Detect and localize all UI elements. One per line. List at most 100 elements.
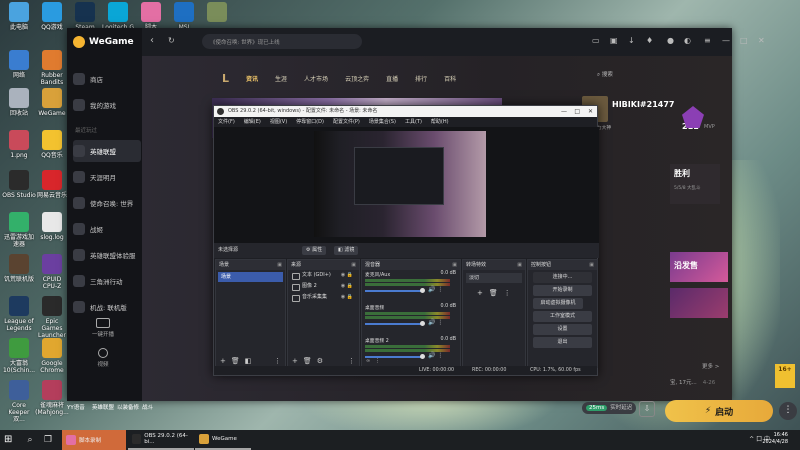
search-input[interactable]: 《使命召唤: 世界》现已上线	[202, 34, 362, 49]
obs-menu-item[interactable]: 视图(V)	[270, 117, 287, 127]
desktop-icon[interactable]: slog.log	[35, 212, 69, 252]
video-button[interactable]: 视频	[73, 348, 133, 368]
more-link[interactable]: 更多 >	[702, 362, 719, 370]
remove-scene-icon[interactable]: 🗑	[231, 357, 240, 365]
remove-transition-icon[interactable]: 🗑	[489, 289, 498, 297]
obs-menu-item[interactable]: 工具(T)	[405, 117, 422, 127]
record-button[interactable]: 开始录制	[533, 285, 592, 296]
dock-undock-icon[interactable]: ▣	[517, 260, 522, 270]
obs-menu-item[interactable]: 帮助(H)	[431, 117, 449, 127]
desktop-icon[interactable]: 网易云音乐	[35, 170, 69, 210]
desktop-icon[interactable]: 回收站	[2, 88, 36, 128]
dock-menu-icon[interactable]: ⋮	[348, 357, 355, 365]
download-manager-button[interactable]: ⇩	[639, 401, 655, 417]
lol-search[interactable]: ⌕ 搜索	[597, 70, 613, 79]
studio-mode-button[interactable]: 工作室模式	[533, 311, 592, 322]
clock[interactable]: 16:46 2024/4/28	[762, 432, 788, 446]
desktop-icon[interactable]: League of Legends	[2, 296, 36, 336]
desktop-icon[interactable]: 网络	[2, 50, 36, 90]
obs-menu-item[interactable]: 配置文件(P)	[333, 117, 360, 127]
mixer-link-icon[interactable]: ∞	[366, 358, 370, 364]
message-icon[interactable]: ▭	[592, 36, 602, 46]
obs-menu-item[interactable]: 停靠窗口(D)	[296, 117, 324, 127]
desktop-icon-label[interactable]: 战斗	[142, 403, 153, 411]
add-source-icon[interactable]: +	[292, 357, 298, 365]
source-gear-icon[interactable]: ⚙	[317, 357, 323, 365]
sidebar-game-item[interactable]: 战姬	[73, 218, 141, 240]
transition-select[interactable]: 淡切	[466, 273, 522, 283]
scene-item[interactable]: 场景	[218, 272, 283, 282]
volume-slider[interactable]	[365, 323, 423, 325]
lol-menu-item[interactable]: 云顶之弈	[345, 74, 369, 83]
maximize-icon[interactable]: □	[574, 106, 580, 117]
sidebar-game-item[interactable]: 英雄联盟体验服	[73, 244, 141, 266]
desktop-icon[interactable]: QQ游戏	[35, 2, 69, 42]
scene-filter-icon[interactable]: ◧	[245, 357, 252, 365]
more-options-button[interactable]: ⋮	[779, 402, 797, 420]
refresh-icon[interactable]: ↻	[168, 36, 175, 45]
sidebar-game-item[interactable]: 天涯明月	[73, 166, 141, 188]
search-icon[interactable]: ⌕	[24, 434, 36, 446]
lol-menu-item[interactable]: 排行	[415, 74, 427, 83]
stream-button[interactable]: 连接中...	[533, 272, 592, 283]
visibility-lock-icon[interactable]: ◉ 🔒	[341, 281, 353, 292]
close-icon[interactable]: ✕	[588, 106, 593, 117]
sidebar-game-item[interactable]: 三角洲行动	[73, 270, 141, 292]
promo-banner[interactable]: 沿发售	[670, 252, 728, 282]
desktop-icon[interactable]: 大富翁10(Schin...	[2, 338, 36, 378]
chat-icon[interactable]: ▣	[610, 36, 620, 46]
close-icon[interactable]: ✕	[758, 36, 768, 46]
taskbar-app[interactable]: OBS 29.0.2 (64-bi...	[128, 430, 194, 450]
taskbar-app[interactable]: WeGame	[195, 430, 251, 450]
theme-icon[interactable]: ◐	[684, 36, 694, 46]
filters-button[interactable]: ◧ 滤镜	[334, 246, 359, 255]
minimize-icon[interactable]: —	[722, 36, 732, 46]
add-transition-icon[interactable]: +	[477, 289, 483, 297]
start-game-button[interactable]: ⚡ 启动	[665, 400, 773, 422]
lol-menu-item[interactable]: 百科	[444, 74, 456, 83]
lol-menu-item[interactable]: 人才市场	[304, 74, 328, 83]
desktop-icon[interactable]: Google Chrome	[35, 338, 69, 378]
visibility-lock-icon[interactable]: ◉ 🔒	[341, 270, 353, 281]
desktop-icon[interactable]: Rubber Bandits	[35, 50, 69, 90]
speaker-icon[interactable]: 🔊 ⋮	[428, 286, 443, 293]
dock-undock-icon[interactable]: ▣	[589, 260, 594, 270]
settings-button[interactable]: 设置	[533, 324, 592, 335]
desktop-icon[interactable]: 饥荒联机版	[2, 254, 36, 294]
notification-icon[interactable]: ♦	[646, 36, 656, 46]
desktop-icon-label[interactable]: YY语音	[67, 403, 85, 411]
promo-banner-2[interactable]	[670, 288, 728, 318]
properties-button[interactable]: ⚙ 属性	[302, 246, 327, 255]
transition-menu-icon[interactable]: ⋮	[504, 289, 511, 297]
volume-slider-handle[interactable]	[420, 321, 425, 326]
sidebar-game-item[interactable]: 机战: 联机版	[73, 296, 141, 318]
lol-menu-item[interactable]: 直播	[386, 74, 398, 83]
virtual-camera-button[interactable]: 启动虚拟摄像机	[533, 298, 583, 309]
obs-menu-item[interactable]: 文件(F)	[218, 117, 235, 127]
volume-slider-handle[interactable]	[420, 288, 425, 293]
menu-icon[interactable]: ≡	[704, 36, 714, 46]
obs-menu-item[interactable]: 编辑(E)	[244, 117, 261, 127]
add-scene-icon[interactable]: +	[220, 357, 226, 365]
lol-menu-item[interactable]: 生涯	[275, 74, 287, 83]
taskbar-app[interactable]: 脚本录制	[62, 430, 126, 450]
lol-menu-item[interactable]: 资讯	[246, 74, 258, 83]
windows-start-icon[interactable]: ⊞	[4, 435, 14, 445]
one-click-stream[interactable]: 一键开播	[73, 318, 133, 338]
desktop-icon[interactable]: CPUID CPU-Z	[35, 254, 69, 294]
back-icon[interactable]: ‹	[150, 35, 154, 46]
obs-menu-item[interactable]: 场景集合(S)	[369, 117, 396, 127]
desktop-icon[interactable]: QQ音乐	[35, 130, 69, 170]
dock-undock-icon[interactable]: ▣	[452, 260, 457, 270]
desktop-icon[interactable]: 迅雷游戏加速器	[2, 212, 36, 252]
sidebar-item-my-games[interactable]: 我的游戏	[73, 94, 141, 116]
volume-slider[interactable]	[365, 290, 423, 292]
source-item[interactable]: 音乐采集集 ◉ 🔒	[288, 292, 359, 303]
desktop-icon-label[interactable]: 以装备修	[117, 403, 139, 411]
dock-menu-icon[interactable]: ⋮	[274, 357, 281, 365]
task-view-icon[interactable]: ❐	[42, 434, 54, 446]
desktop-icon[interactable]: 此电脑	[2, 2, 36, 42]
avatar[interactable]: ●	[667, 36, 677, 46]
desktop-icon[interactable]: 雀魂麻将 (Mahjong...	[35, 380, 69, 420]
remove-source-icon[interactable]: 🗑	[303, 357, 312, 365]
